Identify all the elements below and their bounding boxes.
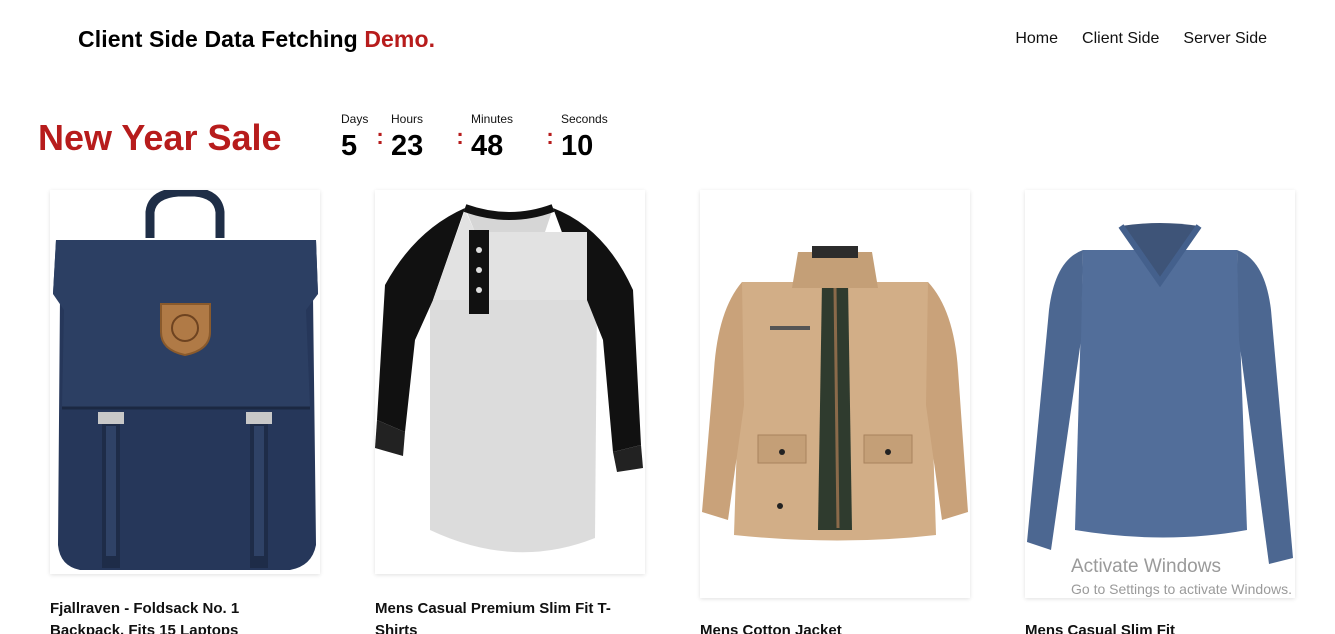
countdown-hours: Hours 23 (391, 112, 449, 162)
minutes-value: 48 (471, 130, 504, 162)
main-nav: Home Client Side Server Side (1015, 30, 1267, 48)
nav-client-side-link[interactable]: Client Side (1082, 30, 1159, 48)
activate-windows-title: Activate Windows (1071, 556, 1221, 577)
page: Client Side Data Fetching Demo. Home Cli… (0, 0, 1335, 634)
product-title-line: Mens Casual Slim Fit (1025, 622, 1176, 634)
brand-main-text: Client Side Data Fetching (78, 26, 358, 52)
raglan-tshirt-image (375, 190, 645, 574)
product-card[interactable] (50, 190, 320, 574)
countdown-separator: : (546, 124, 554, 149)
product-title-line: Backpack, Fits 15 Laptops (50, 622, 239, 634)
countdown-timer: Days 5 : Hours 23 : Minutes 48 : Seconds… (341, 112, 621, 162)
product-card[interactable] (1025, 190, 1295, 598)
activate-windows-subtitle: Go to Settings to activate Windows. (1071, 581, 1292, 597)
cotton-jacket-image (700, 190, 970, 598)
brand-accent-text: Demo. (364, 26, 436, 52)
product-title[interactable]: Mens Cotton Jacket (700, 620, 970, 634)
nav-server-side-link[interactable]: Server Side (1183, 30, 1267, 48)
hours-value: 23 (391, 130, 424, 162)
longsleeve-tshirt-image (1025, 190, 1295, 598)
days-value: 5 (341, 130, 358, 162)
product-card[interactable] (375, 190, 645, 574)
product-title[interactable]: Fjallraven - Foldsack No. 1 Backpack, Fi… (50, 598, 320, 634)
countdown-separator: : (456, 124, 464, 149)
hours-label: Hours (391, 112, 424, 126)
nav-home-link[interactable]: Home (1015, 30, 1058, 48)
site-brand[interactable]: Client Side Data Fetching Demo. (78, 26, 435, 53)
sale-title: New Year Sale (38, 117, 282, 158)
countdown-days: Days 5 (341, 112, 369, 162)
seconds-label: Seconds (561, 112, 608, 126)
countdown-seconds: Seconds 10 (561, 112, 621, 162)
countdown-separator: : (376, 124, 384, 149)
backpack-image (50, 190, 320, 574)
countdown-minutes: Minutes 48 (471, 112, 539, 162)
minutes-label: Minutes (471, 112, 514, 126)
product-title-line: Shirts (375, 622, 418, 634)
seconds-value: 10 (561, 130, 594, 162)
product-title-line: Fjallraven - Foldsack No. 1 (50, 600, 240, 617)
days-label: Days (341, 112, 369, 126)
product-title[interactable]: Mens Casual Slim Fit (1025, 620, 1295, 634)
product-title-line: Mens Cotton Jacket (700, 622, 842, 634)
product-title[interactable]: Mens Casual Premium Slim Fit T- Shirts (375, 598, 645, 634)
product-card[interactable] (700, 190, 970, 598)
product-title-line: Mens Casual Premium Slim Fit T- (375, 600, 611, 617)
